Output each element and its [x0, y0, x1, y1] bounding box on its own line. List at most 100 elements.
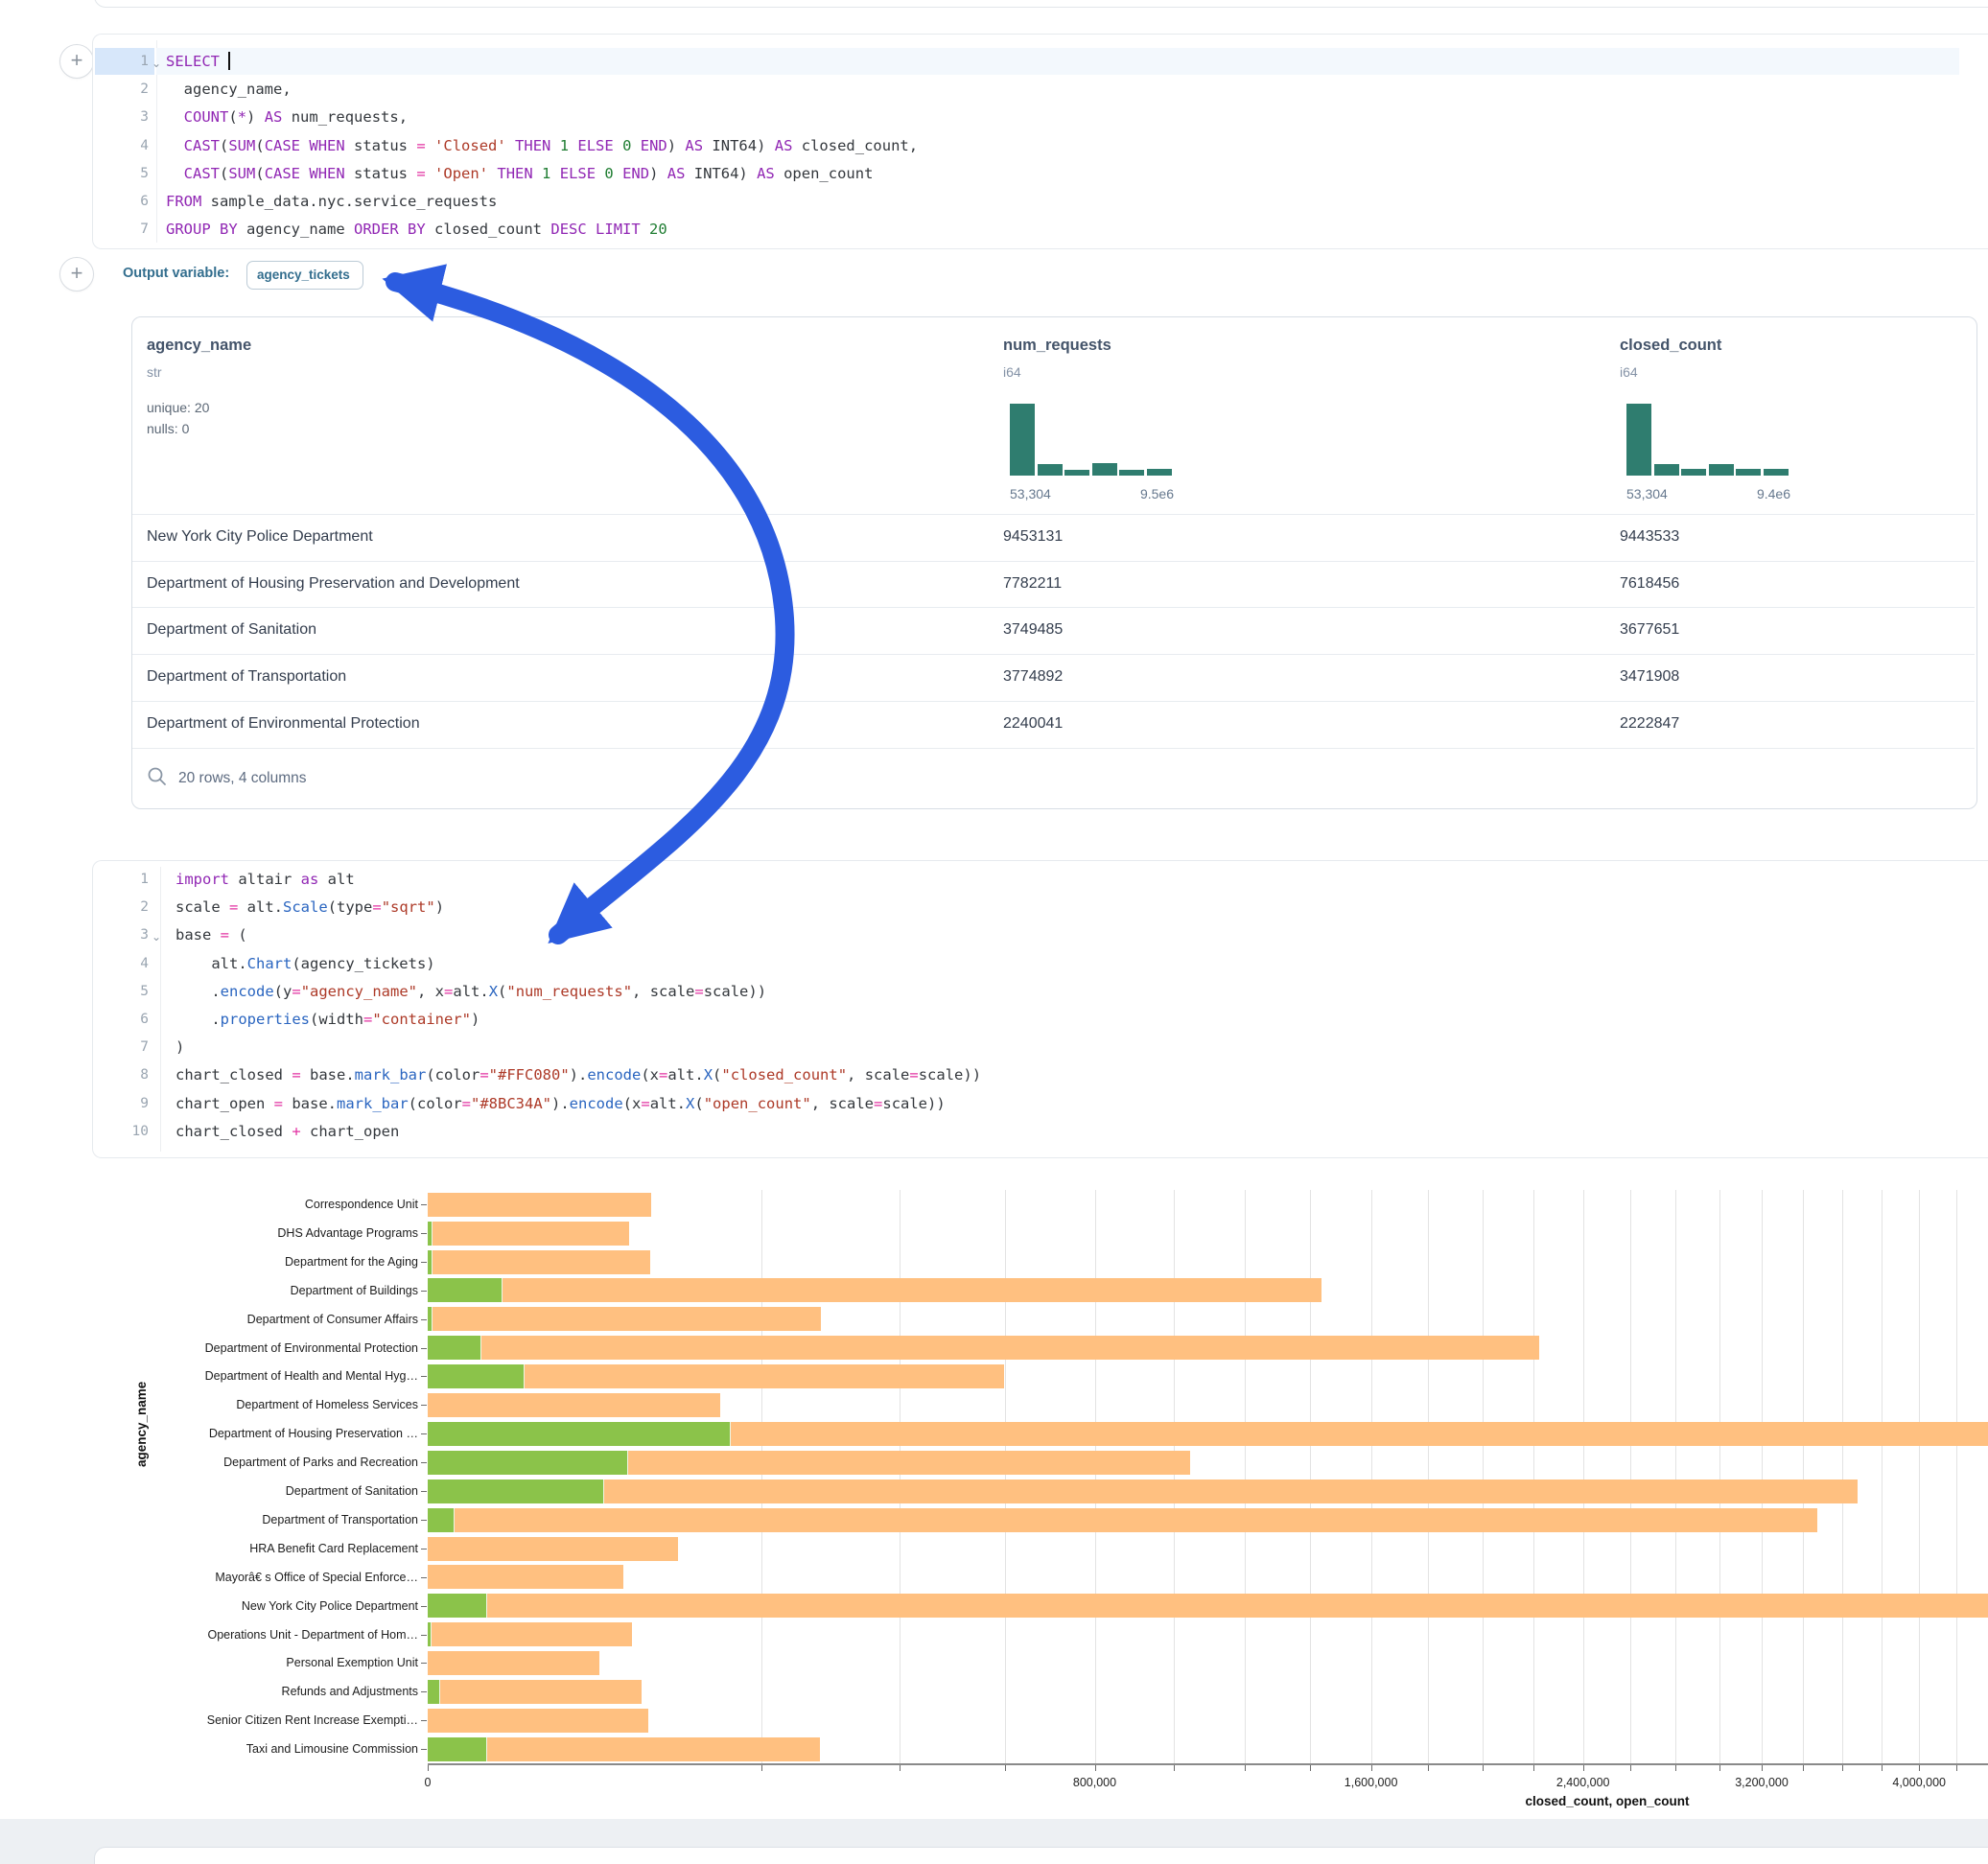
gridline — [761, 1190, 762, 1763]
x-axis-line — [428, 1763, 1988, 1765]
search-icon[interactable] — [147, 766, 168, 787]
open-count-bar — [428, 1480, 604, 1503]
code-line[interactable]: import altair as alt — [175, 869, 355, 890]
line-number: 8 — [101, 1064, 149, 1085]
open-count-bar — [428, 1594, 487, 1618]
closed-count-bar — [428, 1307, 821, 1331]
code-line[interactable]: chart_open = base.mark_bar(color="#8BC34… — [175, 1093, 946, 1114]
sql-cell[interactable]: 1⌄SELECT 2 agency_name,3 COUNT(*) AS num… — [92, 34, 1988, 249]
code-line[interactable]: chart_closed = base.mark_bar(color="#FFC… — [175, 1064, 981, 1085]
code-line[interactable]: base = ( — [175, 924, 247, 945]
closed-count-bar — [428, 1250, 650, 1274]
y-axis-label: Department of Buildings — [164, 1284, 418, 1297]
output-variable-pill[interactable]: agency_tickets — [246, 261, 363, 290]
open-count-bar — [428, 1680, 440, 1704]
closed-count-bar — [428, 1622, 632, 1646]
line-number: 1 — [101, 869, 149, 890]
add-cell-button[interactable]: + — [59, 44, 94, 79]
y-axis-tick — [421, 1262, 427, 1263]
y-axis-label: DHS Advantage Programs — [164, 1226, 418, 1240]
y-axis-label: Department of Parks and Recreation — [164, 1456, 418, 1469]
code-line[interactable]: GROUP BY agency_name ORDER BY closed_cou… — [166, 219, 667, 240]
table-cell: 3471908 — [1620, 668, 1679, 686]
table-cell: 3749485 — [1003, 621, 1063, 639]
code-line[interactable]: agency_name, — [166, 79, 292, 100]
line-number: 7 — [101, 219, 149, 240]
closed-count-bar — [428, 1278, 1321, 1302]
table-cell: 3774892 — [1003, 668, 1063, 686]
code-line[interactable]: COUNT(*) AS num_requests, — [166, 106, 408, 128]
column-name[interactable]: num_requests — [1003, 337, 1111, 355]
y-axis-label: HRA Benefit Card Replacement — [164, 1542, 418, 1555]
closed-count-bar — [428, 1709, 648, 1733]
gridline — [1803, 1190, 1804, 1763]
column-histogram — [1626, 404, 1790, 476]
closed-count-bar — [428, 1651, 599, 1675]
fold-caret-icon[interactable]: ⌄ — [152, 53, 161, 74]
plus-icon: + — [71, 48, 83, 72]
output-variable-label: Output variable: — [123, 266, 229, 281]
y-axis-label: New York City Police Department — [164, 1599, 418, 1613]
histogram-max: 9.4e6 — [1626, 486, 1790, 501]
code-line[interactable]: FROM sample_data.nyc.service_requests — [166, 191, 497, 212]
y-axis-tick — [421, 1233, 427, 1234]
code-line[interactable]: scale = alt.Scale(type="sqrt") — [175, 897, 444, 918]
active-line-highlight — [156, 48, 1959, 75]
histogram-bar — [1119, 470, 1144, 476]
python-cell[interactable]: 1import altair as alt2scale = alt.Scale(… — [92, 860, 1988, 1158]
gridline — [1919, 1190, 1920, 1763]
histogram-bar — [1736, 469, 1761, 476]
table-cell: 9453131 — [1003, 528, 1063, 546]
y-axis-label: Senior Citizen Rent Increase Exempti… — [164, 1713, 418, 1727]
closed-count-bar — [428, 1193, 651, 1217]
add-cell-button[interactable]: + — [59, 257, 94, 291]
line-number: 4 — [101, 953, 149, 974]
row-separator — [132, 561, 1975, 562]
code-line[interactable]: alt.Chart(agency_tickets) — [175, 953, 435, 974]
x-axis-tick-label: 800,000 — [1073, 1776, 1116, 1789]
gridline — [1174, 1190, 1175, 1763]
code-line[interactable]: .properties(width="container") — [175, 1009, 479, 1030]
code-line[interactable]: CAST(SUM(CASE WHEN status = 'Open' THEN … — [166, 163, 873, 184]
y-axis-title: agency_name — [134, 1382, 149, 1467]
gridline — [1005, 1190, 1006, 1763]
x-axis-tick — [1630, 1765, 1631, 1771]
x-axis-tick — [1842, 1765, 1843, 1771]
closed-count-bar — [428, 1680, 642, 1704]
chart-plot-area — [428, 1190, 1988, 1763]
x-axis-tick — [1428, 1765, 1429, 1771]
table-cell: 7618456 — [1620, 575, 1679, 593]
histogram-bar — [1147, 469, 1172, 476]
column-type: i64 — [1003, 364, 1021, 380]
table-row-count: 20 rows, 4 columns — [178, 770, 307, 787]
fold-caret-icon[interactable]: ⌄ — [152, 926, 161, 947]
row-separator — [132, 654, 1975, 655]
y-axis-tick — [421, 1663, 427, 1664]
column-name[interactable]: closed_count — [1620, 337, 1721, 355]
table-cell: 9443533 — [1620, 528, 1679, 546]
open-count-bar — [428, 1222, 433, 1246]
closed-count-bar — [428, 1537, 678, 1561]
column-type: i64 — [1620, 364, 1638, 380]
y-axis-tick — [421, 1749, 427, 1750]
histogram-bar — [1654, 464, 1679, 476]
x-axis-tick — [1956, 1765, 1957, 1771]
column-name[interactable]: agency_name — [147, 337, 251, 355]
closed-count-bar — [428, 1222, 629, 1246]
open-count-bar — [428, 1422, 731, 1446]
closed-count-bar — [428, 1594, 1988, 1618]
line-number: 2 — [101, 79, 149, 100]
y-axis-label: Mayorâ€ s Office of Special Enforce… — [164, 1571, 418, 1584]
y-axis-label: Operations Unit - Department of Hom… — [164, 1628, 418, 1642]
line-number: 9 — [101, 1093, 149, 1114]
gridline — [1882, 1190, 1883, 1763]
code-line[interactable]: CAST(SUM(CASE WHEN status = 'Closed' THE… — [166, 135, 918, 156]
x-axis-tick — [1583, 1765, 1584, 1771]
code-line[interactable]: ) — [175, 1037, 184, 1058]
code-line[interactable]: SELECT — [166, 51, 230, 72]
code-line[interactable]: chart_closed + chart_open — [175, 1121, 399, 1142]
code-line[interactable]: .encode(y="agency_name", x=alt.X("num_re… — [175, 981, 766, 1002]
open-count-bar — [428, 1307, 433, 1331]
y-axis-tick — [421, 1520, 427, 1521]
y-axis-tick — [421, 1348, 427, 1349]
